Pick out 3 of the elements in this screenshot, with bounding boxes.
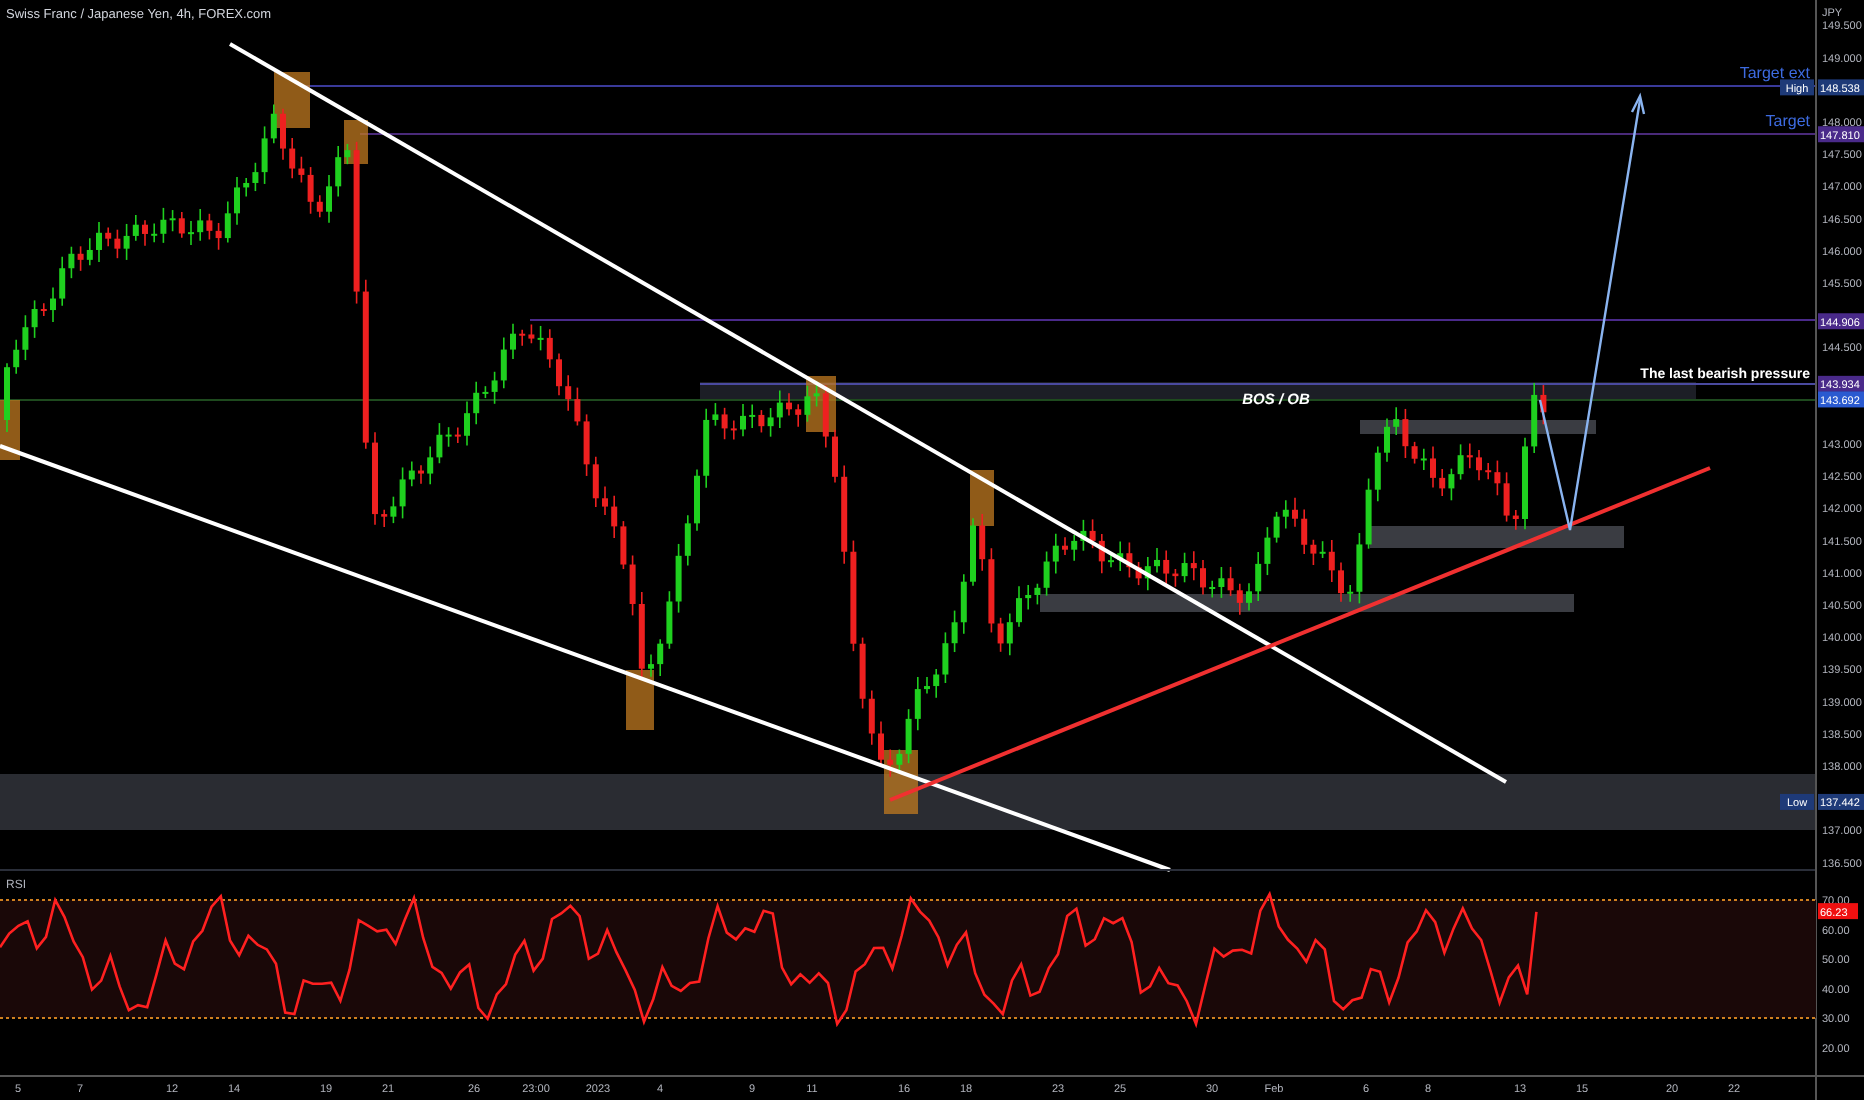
highlight-box bbox=[626, 670, 654, 730]
target-label: Target bbox=[1765, 112, 1810, 130]
target-label: Target ext bbox=[1739, 64, 1810, 82]
